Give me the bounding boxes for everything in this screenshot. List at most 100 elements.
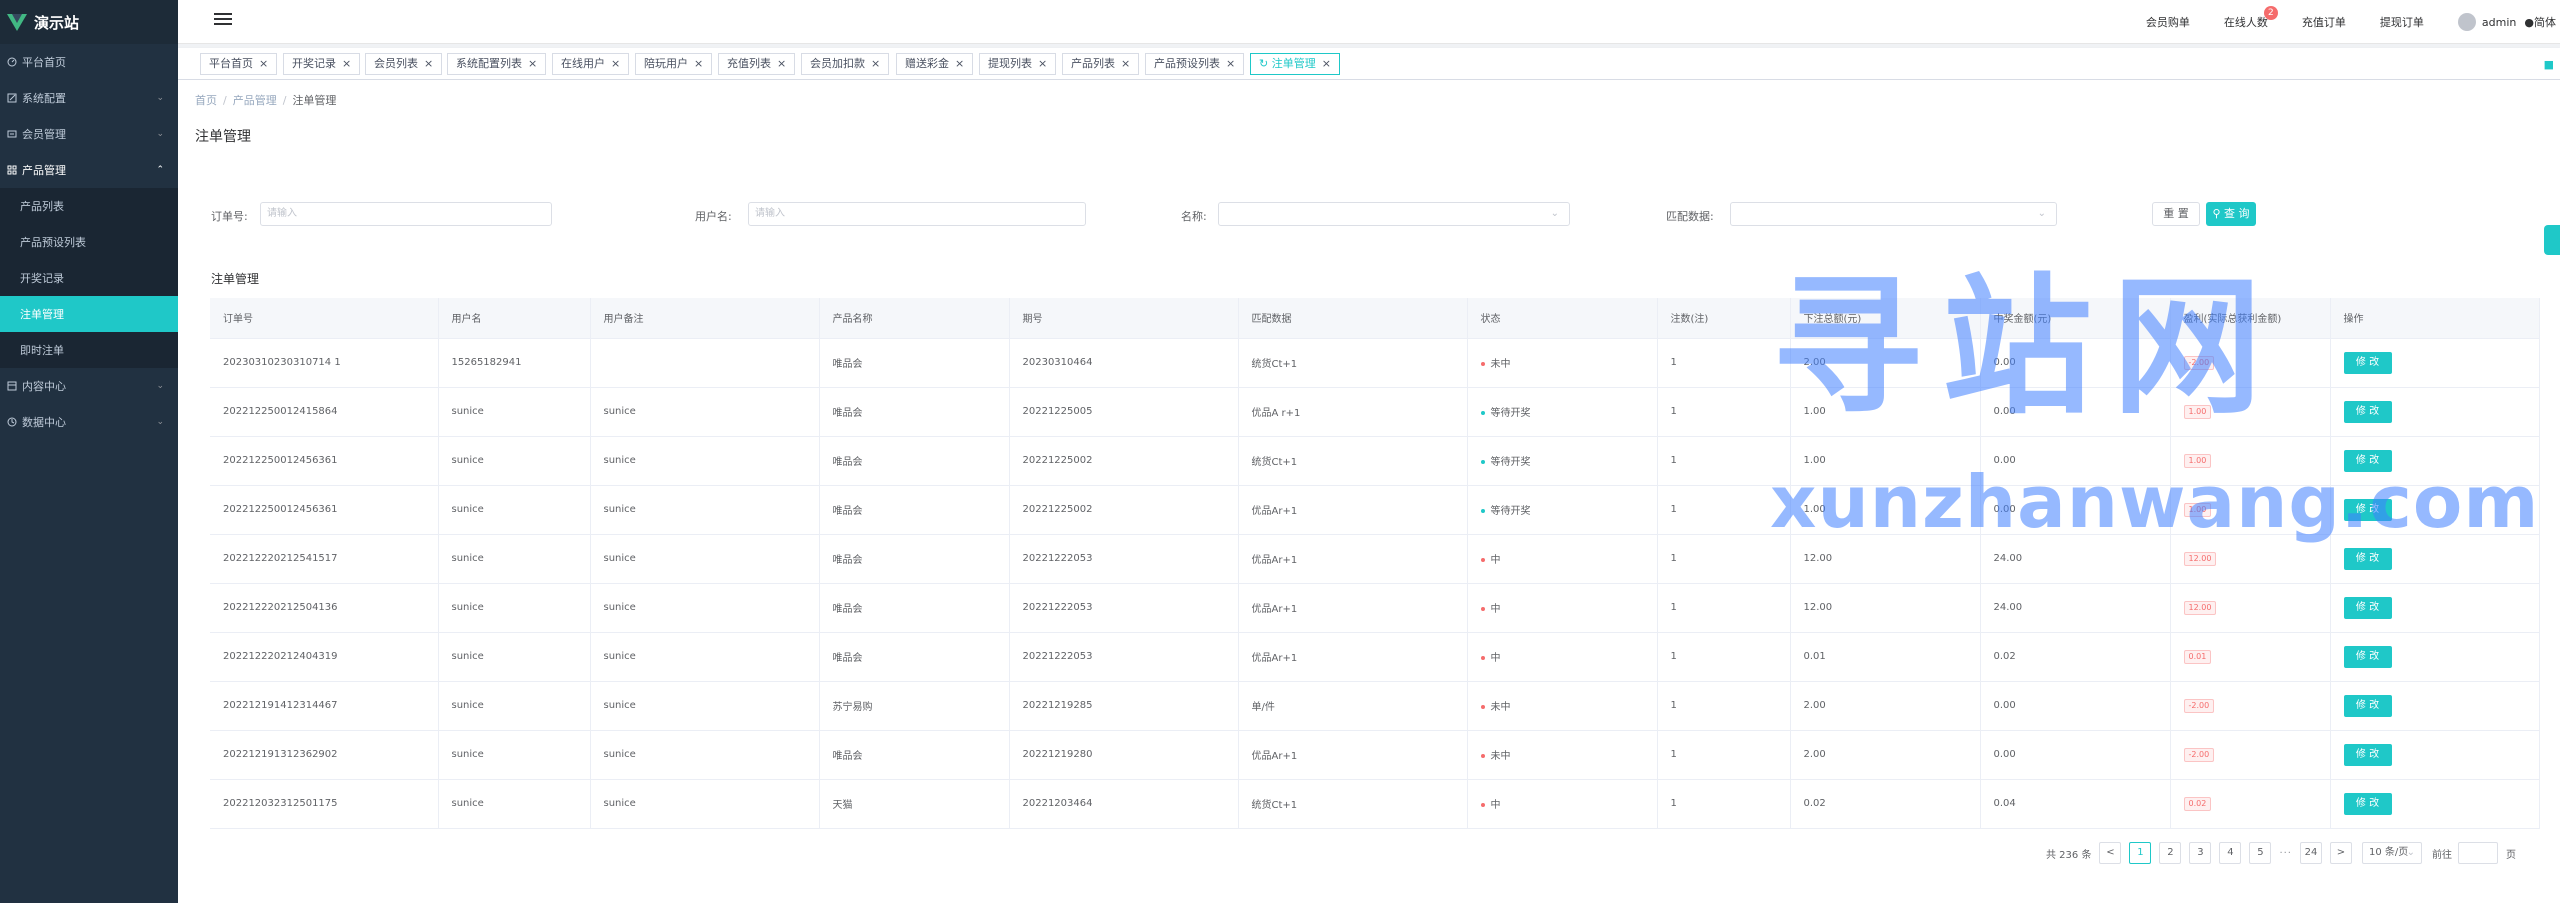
page-3[interactable]: 3 [2189,842,2212,864]
status-text: 中 [1490,653,1501,664]
name-select[interactable]: ⌄ [1218,202,1570,226]
username-input[interactable]: 请输入 [748,202,1086,226]
edit-button[interactable]: 修 改 [2343,596,2392,619]
next-page-button[interactable]: > [2330,842,2352,864]
close-icon[interactable]: × [871,57,880,70]
reset-button[interactable]: 重 置 [2152,202,2200,226]
member-orders-link[interactable]: 会员购单 [2146,14,2190,30]
close-icon[interactable]: × [528,57,537,70]
edit-button[interactable]: 修 改 [2343,547,2392,570]
sidebar-subitem-product-list[interactable]: 产品列表 [0,188,178,224]
cell-product: 唯品会 [819,338,1010,388]
edit-button[interactable]: 修 改 [2343,645,2392,668]
sidebar-item-content[interactable]: 内容中心 ⌄ [0,368,178,404]
sidebar-item-system-config[interactable]: 系统配置 ⌄ [0,80,178,116]
tag-member-list[interactable]: 会员列表 × [365,53,443,75]
logo[interactable]: 演示站 [0,0,178,44]
prev-page-button[interactable]: < [2099,842,2122,864]
sidebar-subitem-live-bets[interactable]: 即时注单 [0,332,178,368]
close-icon[interactable]: × [342,57,351,70]
cell-user: sunice [438,485,591,535]
recharge-orders-link[interactable]: 充值订单 [2302,14,2346,30]
cell-match: 单/件 [1238,681,1468,731]
order-number-label: 订单号: [211,210,248,223]
edit-button[interactable]: 修 改 [2343,792,2392,815]
sidebar-item-dashboard[interactable]: 平台首页 [0,44,178,80]
status-text: 等待开奖 [1490,457,1531,468]
sidebar-item-products[interactable]: 产品管理 ⌃ [0,152,178,188]
products-submenu: 产品列表 产品预设列表 开奖记录 注单管理 即时注单 [0,188,178,368]
tag-bonus[interactable]: 赠送彩金 × [896,53,974,75]
tag-member-adjust[interactable]: 会员加扣款 × [801,53,890,75]
refresh-icon[interactable]: ↻ [1259,57,1272,70]
close-icon[interactable]: × [611,57,620,70]
close-icon[interactable]: × [424,57,433,70]
lock-icon[interactable]: ■ [2544,58,2554,71]
status-text: 中 [1490,800,1501,811]
withdraw-orders-link[interactable]: 提现订单 [2380,14,2424,30]
cell-user: 15265182941 [438,338,591,388]
cell-status: 等待开奖 [1467,387,1658,437]
page-title: 注单管理 [195,129,251,145]
sidebar-subitem-product-preset[interactable]: 产品预设列表 [0,224,178,260]
close-icon[interactable]: × [1322,57,1331,70]
close-icon[interactable]: × [1226,57,1235,70]
status-dot-icon [1480,803,1485,807]
tag-companion-users[interactable]: 陪玩用户 × [635,53,713,75]
close-icon[interactable]: × [259,57,268,70]
language-switch[interactable]: ● 简体 [2524,14,2556,30]
order-number-input[interactable]: 请输入 [260,202,552,226]
cell-bet: 2.00 [1790,730,1981,780]
sidebar-item-data[interactable]: 数据中心 ⌄ [0,404,178,440]
sidebar-item-members[interactable]: 会员管理 ⌄ [0,116,178,152]
settings-drawer-toggle[interactable] [2544,225,2560,255]
username[interactable]: admin [2482,16,2516,29]
page-1[interactable]: 1 [2129,842,2152,864]
cell-period: 20221222053 [1009,632,1239,682]
jump-input[interactable] [2458,842,2498,864]
page-last[interactable]: 24 [2300,842,2322,864]
close-icon[interactable]: × [1121,57,1130,70]
match-data-select[interactable]: ⌄ [1730,202,2057,226]
tag-label: 开奖记录 [292,57,336,70]
edit-button[interactable]: 修 改 [2343,694,2392,717]
sidebar-subitem-label: 产品预设列表 [20,236,86,249]
tag-product-preset-list[interactable]: 产品预设列表 × [1145,53,1245,75]
cell-order: 202212032312501175 [210,779,439,829]
pagination-ellipsis[interactable]: ··· [2279,848,2292,859]
page-5[interactable]: 5 [2249,842,2272,864]
col-match: 匹配数据 [1238,298,1468,339]
tag-system-config-list[interactable]: 系统配置列表 × [447,53,547,75]
edit-button[interactable]: 修 改 [2343,351,2392,374]
tag-recharge-list[interactable]: 充值列表 × [718,53,796,75]
page-size-select[interactable]: 10 条/页 ⌄ [2362,842,2422,864]
tag-online-users[interactable]: 在线用户 × [552,53,630,75]
online-users-link[interactable]: 在线人数 2 [2224,6,2278,30]
edit-button[interactable]: 修 改 [2343,400,2392,423]
sidebar-subitem-bet-management[interactable]: 注单管理 [0,296,178,332]
close-icon[interactable]: × [1038,57,1047,70]
tag-platform-home[interactable]: 平台首页 × [200,53,278,75]
tag-withdraw-list[interactable]: 提现列表 × [979,53,1057,75]
tag-draw-records[interactable]: 开奖记录 × [283,53,361,75]
search-button[interactable]: ⚲ 查 询 [2206,202,2256,226]
cell-match: 统货Ct+1 [1238,436,1468,486]
table-title: 注单管理 [211,272,260,286]
sidebar-subitem-draw-records[interactable]: 开奖记录 [0,260,178,296]
edit-button[interactable]: 修 改 [2343,743,2392,766]
breadcrumb-parent[interactable]: 产品管理 [233,94,277,107]
cell-action: 修 改 [2330,632,2540,682]
breadcrumb-home[interactable]: 首页 [195,94,217,107]
tag-product-list[interactable]: 产品列表 × [1062,53,1140,75]
tag-bet-management[interactable]: ↻ 注单管理 × [1250,53,1340,75]
page-2[interactable]: 2 [2159,842,2182,864]
cell-order: 202212250012456361 [210,436,439,486]
page-4[interactable]: 4 [2219,842,2242,864]
close-icon[interactable]: × [777,57,786,70]
close-icon[interactable]: × [955,57,964,70]
close-icon[interactable]: × [694,57,703,70]
avatar[interactable] [2457,13,2476,31]
hamburger-icon[interactable] [214,10,232,28]
cell-match: 统货Ct+1 [1238,779,1468,829]
cell-count: 1 [1657,387,1791,437]
